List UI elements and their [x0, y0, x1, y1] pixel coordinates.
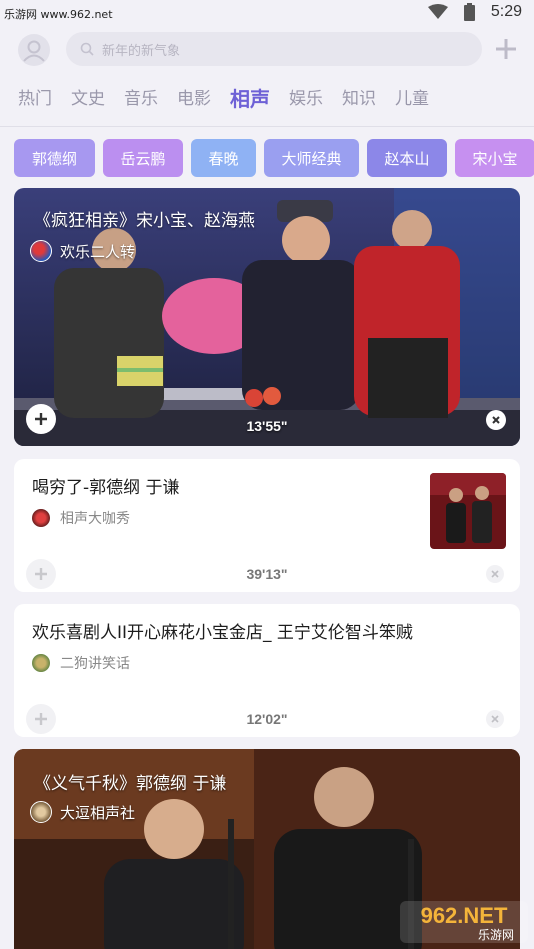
list-item[interactable]: 欢乐喜剧人II开心麻花小宝金店_ 王宁艾伦智斗笨贼 二狗讲笑话 12'02" [14, 604, 520, 737]
video-card[interactable]: 《疯狂相亲》宋小宝、赵海燕 欢乐二人转 13'55" [14, 188, 520, 446]
tab-hot[interactable]: 热门 [18, 84, 52, 114]
dismiss-button[interactable] [486, 410, 506, 430]
tab-knowledge[interactable]: 知识 [342, 84, 376, 114]
video-title: 《义气千秋》郭德纲 于谦 [34, 774, 227, 794]
category-tabs: 热门 文史 音乐 电影 相声 娱乐 知识 儿童 [18, 84, 448, 114]
tag-yue-yunpeng[interactable]: 岳云鹏 [103, 139, 183, 177]
video-duration: 13'55" [246, 418, 288, 434]
tag-guo-degang[interactable]: 郭德纲 [14, 139, 95, 177]
item-title: 喝穷了-郭德纲 于谦 [32, 478, 180, 498]
logo-subtext: 乐游网 [478, 928, 514, 942]
tag-pills: 郭德纲 岳云鹏 春晚 大师经典 赵本山 宋小宝 [14, 139, 534, 177]
tag-song-xiaobao[interactable]: 宋小宝 [455, 139, 534, 177]
tag-zhao-benshan[interactable]: 赵本山 [367, 139, 447, 177]
status-bar: 乐游网 www.962.net 5:29 [0, 0, 534, 30]
site-watermark: 乐游网 www.962.net [4, 8, 113, 21]
site-logo-watermark: 962.NET 乐游网 [400, 901, 528, 943]
close-icon [492, 416, 500, 424]
channel-name: 相声大咖秀 [60, 511, 130, 527]
tab-crosstalk[interactable]: 相声 [230, 84, 270, 114]
channel-name: 欢乐二人转 [60, 242, 136, 261]
dismiss-button[interactable] [486, 565, 504, 583]
channel-name: 二狗讲笑话 [60, 656, 130, 672]
close-icon [491, 715, 499, 723]
logo-text: 962.NET [421, 903, 508, 928]
dismiss-button[interactable] [486, 710, 504, 728]
item-duration: 12'02" [246, 711, 288, 727]
person-icon [23, 40, 45, 62]
search-placeholder: 新年的新气象 [102, 43, 181, 59]
search-icon [80, 42, 94, 56]
wifi-icon [427, 4, 448, 19]
item-title: 欢乐喜剧人II开心麻花小宝金店_ 王宁艾伦智斗笨贼 [32, 623, 413, 643]
channel-avatar [32, 509, 50, 527]
channel-avatar [30, 240, 52, 262]
channel-name: 大逗相声社 [60, 803, 136, 822]
tab-history[interactable]: 文史 [71, 84, 105, 114]
item-thumbnail [430, 473, 506, 549]
user-avatar[interactable] [18, 34, 50, 66]
list-item[interactable]: 喝穷了-郭德纲 于谦 相声大咖秀 39'13" [14, 459, 520, 592]
tag-master-classics[interactable]: 大师经典 [264, 139, 359, 177]
tag-spring-gala[interactable]: 春晚 [191, 139, 256, 177]
video-title: 《疯狂相亲》宋小宝、赵海燕 [34, 211, 255, 231]
video-channel[interactable]: 大逗相声社 [30, 801, 135, 823]
divider [0, 126, 534, 127]
tab-movie[interactable]: 电影 [177, 84, 211, 114]
tab-entertainment[interactable]: 娱乐 [289, 84, 323, 114]
close-icon [491, 570, 499, 578]
search-input[interactable]: 新年的新气象 [66, 32, 482, 66]
item-duration: 39'13" [246, 566, 288, 582]
search-row: 新年的新气象 [0, 32, 534, 68]
tab-music[interactable]: 音乐 [124, 84, 158, 114]
clock: 5:29 [490, 3, 522, 20]
battery-icon [463, 3, 475, 21]
channel-avatar [32, 654, 50, 672]
tab-kids[interactable]: 儿童 [395, 84, 429, 114]
add-icon[interactable] [492, 35, 520, 63]
item-channel[interactable]: 相声大咖秀 [32, 508, 130, 528]
item-channel[interactable]: 二狗讲笑话 [32, 653, 130, 673]
channel-avatar [30, 801, 52, 823]
video-channel[interactable]: 欢乐二人转 [30, 240, 135, 262]
